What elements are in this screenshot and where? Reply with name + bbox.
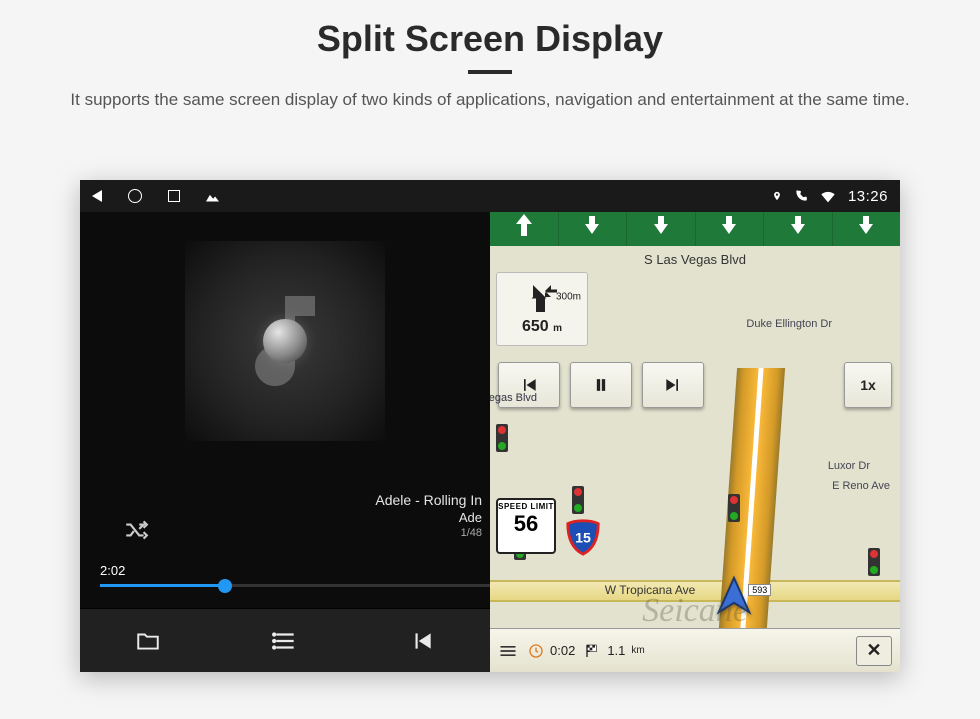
shuffle-button[interactable] — [120, 514, 152, 546]
track-title: Adele - Rolling In — [375, 492, 482, 508]
map-label-reno: E Reno Ave — [832, 480, 890, 492]
speed-multiplier-button[interactable]: 1x — [844, 362, 892, 408]
speed-limit-value: 56 — [498, 513, 554, 535]
eta-distance: 1.1 km — [585, 643, 644, 659]
next-turn-distance: 300 — [556, 292, 573, 303]
playback-progress[interactable]: 2:02 — [100, 562, 490, 587]
turn-hint-distance: 650 — [522, 318, 549, 335]
seek-knob[interactable] — [218, 579, 232, 593]
elapsed-time: 2:02 — [100, 563, 125, 578]
speed-limit-label: SPEED LIMIT — [498, 502, 554, 511]
exit-marker: 593 — [748, 584, 771, 596]
wifi-icon — [820, 189, 836, 203]
clock-icon — [528, 643, 544, 659]
interstate-shield-icon: 15 — [564, 518, 602, 556]
music-player-pane: Adele - Rolling In Ade 1/48 2:02 — [80, 212, 490, 672]
map-label-vegas: Vegas Blvd — [490, 392, 537, 404]
next-turn-panel: 300m 650 m — [496, 272, 588, 346]
destination-flag-icon — [585, 643, 601, 659]
nav-pause-button[interactable] — [570, 362, 632, 408]
traffic-light-icon — [496, 424, 508, 452]
previous-track-button[interactable] — [406, 625, 438, 657]
traffic-light-icon — [868, 548, 880, 576]
traffic-light-icon — [572, 486, 584, 514]
navigation-pane: S Las Vegas Blvd 300m 650 m — [490, 212, 900, 672]
track-artist: Ade — [375, 510, 482, 525]
lane-arrow — [627, 212, 696, 246]
menu-button[interactable] — [498, 641, 518, 661]
page-title: Split Screen Display — [0, 18, 980, 60]
back-icon[interactable] — [92, 190, 102, 202]
recent-apps-icon[interactable] — [168, 190, 180, 202]
folder-button[interactable] — [132, 625, 164, 657]
screenshot-icon[interactable] — [206, 191, 219, 202]
location-icon — [772, 189, 782, 203]
title-divider — [468, 70, 512, 74]
map-label-tropicana: W Tropicana Ave — [605, 583, 696, 597]
album-art-placeholder — [185, 241, 385, 441]
lane-arrow — [696, 212, 765, 246]
android-statusbar: 13:26 — [80, 180, 900, 212]
device-screenshot: 13:26 Adele - Rolling In Ade 1/48 — [80, 180, 900, 672]
eta-time: 0:02 — [528, 643, 575, 659]
traffic-light-icon — [728, 494, 740, 522]
nav-next-button[interactable] — [642, 362, 704, 408]
current-street-label: S Las Vegas Blvd — [644, 252, 746, 267]
speed-limit-sign: SPEED LIMIT 56 — [496, 498, 556, 554]
page-subtitle: It supports the same screen display of t… — [50, 88, 930, 112]
map-label-duke: Duke Ellington Dr — [746, 318, 832, 330]
map-label-luxor: Luxor Dr — [828, 460, 870, 472]
lane-arrow — [490, 212, 559, 246]
nav-playback-controls: 1x — [498, 362, 892, 408]
lane-arrow — [833, 212, 901, 246]
home-icon[interactable] — [128, 189, 142, 203]
vehicle-cursor-icon — [711, 574, 757, 620]
lane-arrow — [559, 212, 628, 246]
playlist-button[interactable] — [269, 625, 301, 657]
album-center-dot — [263, 319, 307, 363]
svg-text:15: 15 — [575, 531, 591, 547]
phone-icon — [794, 189, 808, 203]
lane-arrow — [764, 212, 833, 246]
track-counter: 1/48 — [375, 527, 482, 539]
track-info: Adele - Rolling In Ade 1/48 — [375, 492, 482, 539]
close-nav-button[interactable]: ✕ — [856, 636, 892, 666]
clock-time: 13:26 — [848, 188, 888, 205]
lane-guidance-strip — [490, 212, 900, 246]
nav-bottom-bar: 0:02 1.1 km ✕ — [490, 628, 900, 672]
music-bottom-bar — [80, 608, 490, 672]
